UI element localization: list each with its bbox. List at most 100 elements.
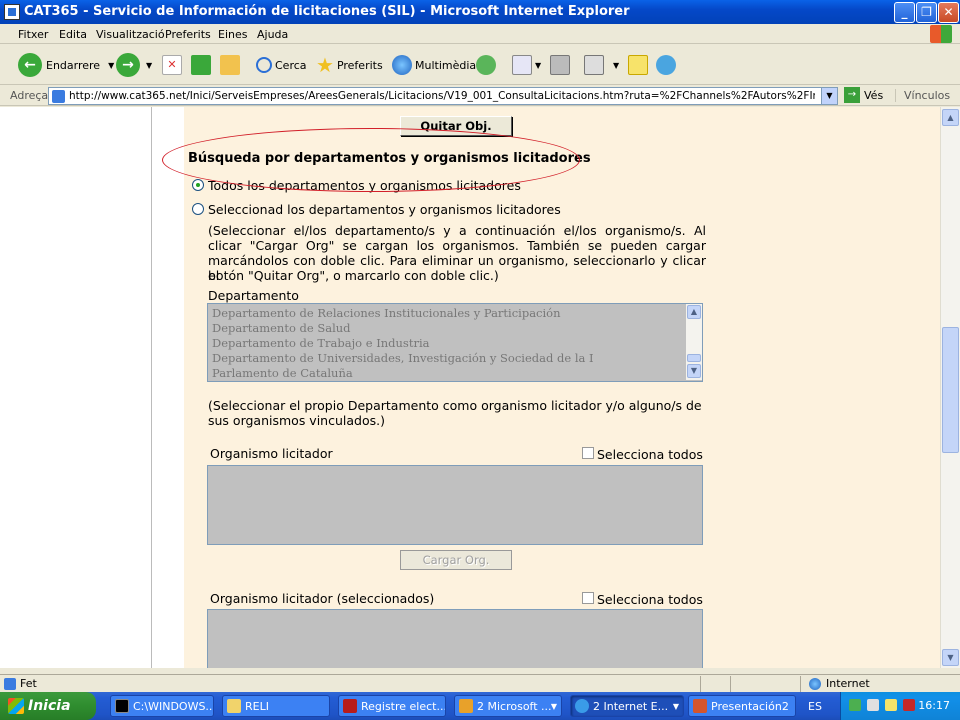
listbox-scrollbar[interactable]: ▲ ▼ xyxy=(686,304,702,380)
select-all-checkbox-2[interactable] xyxy=(582,592,594,604)
tray-icon[interactable] xyxy=(903,699,915,711)
radio-all-label: Todos los departamentos y organismos lic… xyxy=(208,178,521,193)
task-presentation[interactable]: Presentación2 xyxy=(688,695,796,717)
messenger-button[interactable] xyxy=(656,51,679,79)
select-all-checkbox[interactable] xyxy=(582,447,594,459)
left-column xyxy=(0,107,152,668)
scroll-up-icon[interactable]: ▲ xyxy=(942,109,959,126)
folder-icon xyxy=(227,699,241,713)
address-input[interactable]: http://www.cat365.net/Inici/ServeisEmpre… xyxy=(48,87,838,105)
section-title: Búsqueda por departamentos y organismos … xyxy=(188,151,591,166)
note-line-2: sus organismos vinculados.) xyxy=(208,413,385,428)
refresh-button[interactable] xyxy=(191,51,214,79)
print-button[interactable] xyxy=(550,51,573,79)
tray-icon[interactable] xyxy=(849,699,861,711)
list-item[interactable]: Departamento de Universidades, Investiga… xyxy=(212,351,594,365)
print-icon xyxy=(550,55,570,75)
windows-logo-icon xyxy=(930,25,952,43)
dropdown-icon[interactable]: ▼ xyxy=(146,61,152,70)
search-label: Cerca xyxy=(275,58,307,72)
task-label: C:\WINDOWS... xyxy=(133,699,214,713)
home-button[interactable] xyxy=(220,51,243,79)
quitar-obj-button[interactable]: Quitar Obj. xyxy=(400,116,512,136)
forward-button[interactable]: → ▼ xyxy=(116,51,152,79)
messenger-icon xyxy=(656,55,676,75)
dropdown-icon[interactable]: ▼ xyxy=(535,61,541,70)
search-form: Quitar Obj. Búsqueda por departamentos y… xyxy=(184,107,940,668)
page-scrollbar[interactable]: ▲ ▼ xyxy=(940,107,960,668)
list-item[interactable]: Parlamento de Cataluña xyxy=(212,366,353,380)
toolbar: ← Endarrere ▼ → ▼ ✕ Cerca ★ Preferits Mu… xyxy=(0,45,960,85)
search-icon xyxy=(256,57,272,73)
menu-edit[interactable]: Edita xyxy=(59,28,87,41)
chevron-down-icon[interactable]: ▼ xyxy=(821,88,837,104)
title-bar: CAT365 - Servicio de Información de lici… xyxy=(0,0,960,24)
maximize-button[interactable]: ❐ xyxy=(916,2,937,23)
edit-button[interactable]: ▼ xyxy=(584,51,619,79)
instructions-line-2: clicar "Cargar Org" se cargan los organi… xyxy=(208,238,706,253)
back-button[interactable]: ← Endarrere ▼ xyxy=(18,51,114,79)
history-button[interactable] xyxy=(476,51,499,79)
department-label: Departamento xyxy=(208,288,299,303)
menu-tools[interactable]: Eines xyxy=(218,28,247,41)
dropdown-icon[interactable]: ▼ xyxy=(613,61,619,70)
media-label: Multimèdia xyxy=(415,58,477,72)
menu-view[interactable]: Visualització xyxy=(96,28,165,41)
scroll-thumb[interactable] xyxy=(942,327,959,453)
instructions-line-4: botón "Quitar Org", o marcarlo con doble… xyxy=(208,268,499,283)
system-tray: 16:17 xyxy=(840,692,960,720)
tray-icon[interactable] xyxy=(885,699,897,711)
radio-select[interactable] xyxy=(192,203,204,215)
scroll-down-icon[interactable]: ▼ xyxy=(942,649,959,666)
start-button[interactable]: Inicia xyxy=(0,692,96,720)
favorites-button[interactable]: ★ Preferits xyxy=(316,51,383,79)
tray-icon[interactable] xyxy=(867,699,879,711)
address-url[interactable]: http://www.cat365.net/Inici/ServeisEmpre… xyxy=(69,90,815,102)
dropdown-icon[interactable]: ▼ xyxy=(108,61,114,70)
page-icon xyxy=(52,90,65,103)
radio-select-label: Seleccionad los departamentos y organism… xyxy=(208,202,561,217)
instructions-line-1: (Seleccionar el/los departamento/s y a c… xyxy=(208,223,706,238)
status-bar: Fet Internet xyxy=(0,674,960,692)
task-label: 2 Internet E... xyxy=(593,699,669,713)
language-indicator[interactable]: ES xyxy=(808,700,822,713)
radio-all[interactable] xyxy=(192,179,204,191)
minimize-button[interactable]: _ xyxy=(894,2,915,23)
organism-listbox[interactable] xyxy=(207,465,703,545)
task-microsoft[interactable]: 2 Microsoft ... ▼ xyxy=(454,695,562,717)
cargar-org-button[interactable]: Cargar Org. xyxy=(400,550,512,570)
task-reli[interactable]: RELI xyxy=(222,695,330,717)
media-icon xyxy=(392,55,412,75)
list-item[interactable]: Departamento de Trabajo e Industria xyxy=(212,336,429,350)
menu-file[interactable]: Fitxer xyxy=(18,28,48,41)
organism-label: Organismo licitador xyxy=(210,446,333,461)
list-item[interactable]: Departamento de Relaciones Institucional… xyxy=(212,306,561,320)
list-item[interactable]: Departamento de Salud xyxy=(212,321,351,335)
task-label: RELI xyxy=(245,699,269,713)
go-button[interactable]: → Vés xyxy=(844,87,883,103)
task-registre[interactable]: Registre elect... xyxy=(338,695,446,717)
app-icon xyxy=(343,699,357,713)
task-internet-explorer[interactable]: 2 Internet E... ▼ xyxy=(570,695,684,717)
zone-label: Internet xyxy=(826,677,870,690)
department-listbox[interactable]: Departamento de Relaciones Institucional… xyxy=(207,303,703,382)
scroll-down-icon[interactable]: ▼ xyxy=(687,364,701,378)
scroll-up-icon[interactable]: ▲ xyxy=(687,305,701,319)
close-button[interactable]: ✕ xyxy=(938,2,959,23)
page-content: Quitar Obj. Búsqueda por departamentos y… xyxy=(0,107,960,668)
discuss-button[interactable] xyxy=(628,51,651,79)
scroll-thumb[interactable] xyxy=(687,354,701,362)
menu-help[interactable]: Ajuda xyxy=(257,28,288,41)
stop-button[interactable]: ✕ xyxy=(162,51,185,79)
task-cmd[interactable]: C:\WINDOWS... xyxy=(110,695,214,717)
menu-favorites[interactable]: Preferits xyxy=(165,28,211,41)
mail-button[interactable]: ▼ xyxy=(512,51,541,79)
selected-organism-listbox[interactable] xyxy=(207,609,703,668)
history-icon xyxy=(476,55,496,75)
task-label: Presentación2 xyxy=(711,699,789,713)
back-arrow-icon: ← xyxy=(18,53,42,77)
search-button[interactable]: Cerca xyxy=(256,51,307,79)
media-button[interactable]: Multimèdia xyxy=(392,51,476,79)
links-label[interactable]: Vínculos xyxy=(895,89,950,102)
note-line-1: (Seleccionar el propio Departamento como… xyxy=(208,398,702,413)
